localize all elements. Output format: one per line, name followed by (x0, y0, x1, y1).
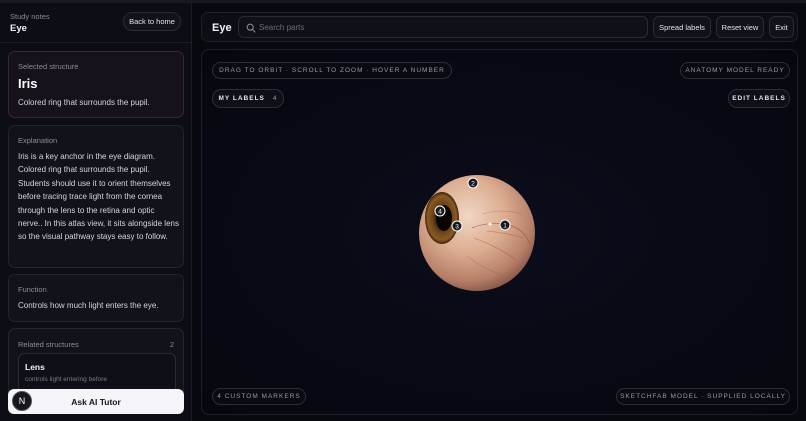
study-notes-sidebar: Study notes Eye Back to home Selected st… (0, 3, 192, 421)
function-card: Function Controls how much light enters … (8, 274, 184, 322)
related-item-desc: controls light entering before (25, 376, 108, 383)
spread-labels-button[interactable]: Spread labels (653, 16, 711, 38)
marker-1[interactable]: 1 (499, 219, 511, 231)
function-kicker: Function (18, 285, 47, 294)
my-labels-text: MY LABELS (218, 95, 265, 102)
related-structures-kicker: Related structures (18, 340, 79, 349)
anatomy-viewer-main: Eye Spread labels Reset view Exit DRAG T… (193, 3, 806, 421)
search-input[interactable] (259, 20, 639, 34)
ask-ai-tutor-button[interactable]: Ask AI Tutor N (8, 389, 184, 414)
tutor-avatar: N (12, 391, 32, 411)
my-labels-count: 4 (272, 95, 278, 102)
sidebar-title: Eye (10, 23, 27, 34)
3d-model-viewport[interactable]: DRAG TO ORBIT · SCROLL TO ZOOM · HOVER A… (201, 49, 798, 415)
light-glint (488, 222, 492, 226)
explanation-text: Iris is a key anchor in the eye diagram.… (18, 152, 179, 242)
selected-structure-summary: Colored ring that surrounds the pupil. (18, 98, 150, 107)
model-source-credit: SKETCHFAB MODEL · SUPPLIED LOCALLY (616, 388, 790, 405)
marker-3[interactable]: 3 (451, 220, 463, 232)
marker-4[interactable]: 4 (434, 205, 446, 217)
search-box (238, 16, 648, 38)
sidebar-kicker: Study notes (10, 12, 50, 21)
related-item-name: Lens (25, 362, 45, 372)
selected-structure-card: Selected structure Iris Colored ring tha… (8, 51, 184, 118)
model-status-badge: ANATOMY MODEL READY (680, 62, 790, 79)
related-structures-card: Related structures 2 Lens controls light… (8, 328, 184, 398)
explanation-card: Explanation Iris is a key anchor in the … (8, 125, 184, 268)
edit-labels-button[interactable]: EDIT LABELS (728, 89, 790, 108)
eyeball-model[interactable]: 1 2 3 4 (412, 168, 542, 298)
custom-markers-count: 4 CUSTOM MARKERS (212, 388, 306, 405)
explanation-kicker: Explanation (18, 136, 58, 145)
search-icon (246, 23, 256, 33)
selected-structure-name: Iris (18, 76, 38, 91)
related-structures-count: 2 (169, 340, 174, 349)
exit-button[interactable]: Exit (769, 16, 794, 38)
viewer-header: Eye Spread labels Reset view Exit (201, 12, 798, 42)
marker-4-number: 4 (438, 209, 442, 216)
ask-ai-tutor-label: Ask AI Tutor (71, 396, 121, 407)
marker-2-number: 2 (471, 181, 475, 188)
back-to-home-button[interactable]: Back to home (123, 12, 181, 31)
page-title: Eye (212, 22, 232, 34)
reset-view-button[interactable]: Reset view (716, 16, 764, 38)
selected-structure-kicker: Selected structure (18, 62, 79, 71)
function-text: Controls how much light enters the eye. (18, 301, 159, 310)
sidebar-header: Study notes Eye Back to home (0, 3, 191, 43)
marker-3-number: 3 (455, 224, 459, 231)
my-labels-button[interactable]: MY LABELS 4 (212, 89, 284, 108)
marker-1-number: 1 (503, 223, 507, 230)
marker-2[interactable]: 2 (467, 177, 479, 189)
controls-hint: DRAG TO ORBIT · SCROLL TO ZOOM · HOVER A… (212, 62, 452, 79)
